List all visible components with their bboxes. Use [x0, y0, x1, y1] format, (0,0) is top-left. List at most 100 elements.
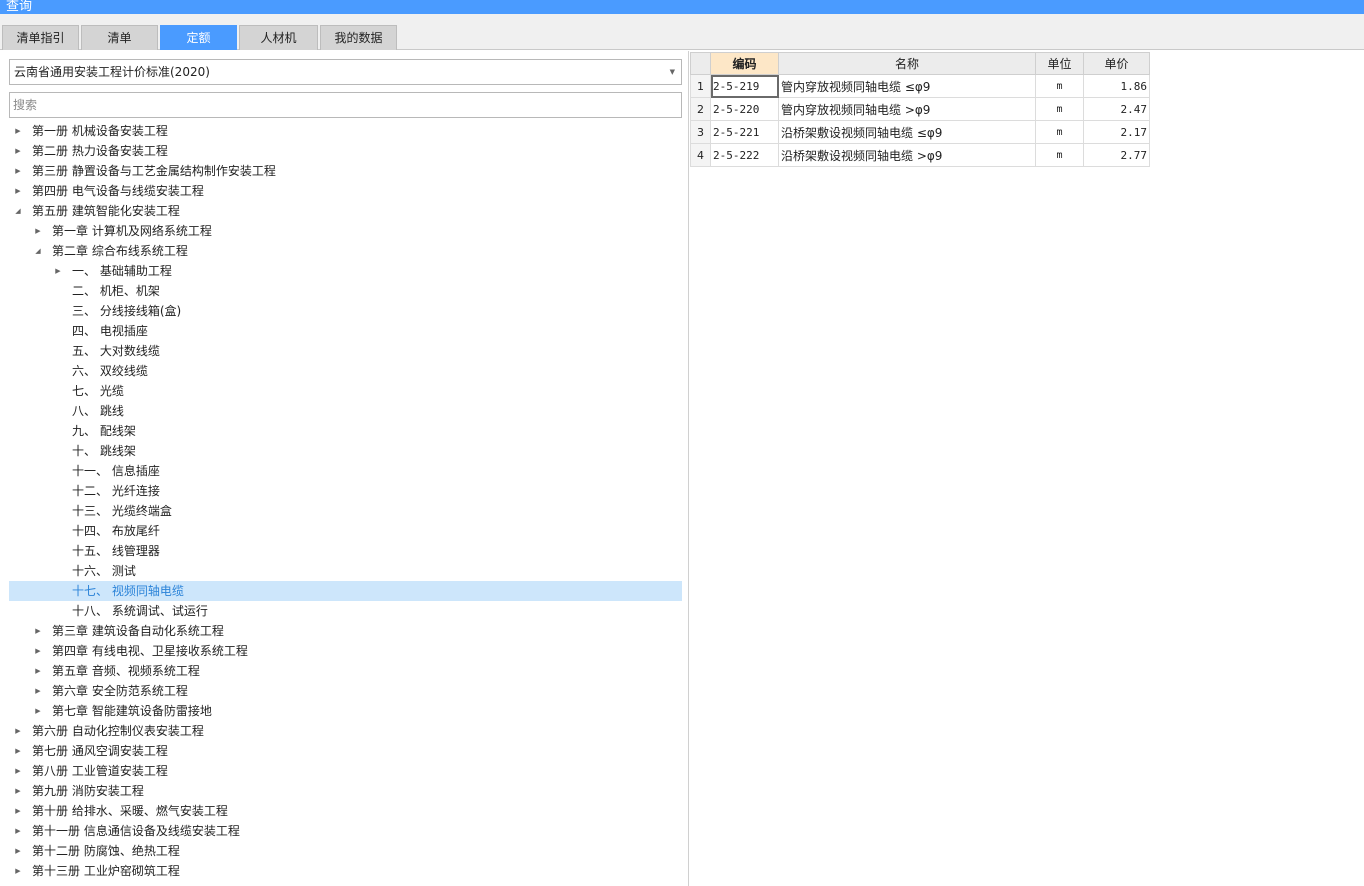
unit-cell[interactable]: m — [1035, 97, 1084, 121]
code-cell[interactable]: 2-5-222 — [710, 143, 779, 167]
unit-cell[interactable]: m — [1035, 143, 1084, 167]
tree-node[interactable]: 三、 分线接线箱(盒) — [9, 301, 682, 321]
tree-node[interactable]: 四、 电视插座 — [9, 321, 682, 341]
price-cell[interactable]: 2.17 — [1083, 120, 1150, 144]
collapsed-arrow-icon[interactable]: ▶ — [13, 141, 23, 161]
tree-node[interactable]: ◢ 第二章 综合布线系统工程 — [9, 241, 682, 261]
row-index[interactable]: 3 — [690, 120, 711, 144]
tree-node[interactable]: ▶ 第三章 建筑设备自动化系统工程 — [9, 621, 682, 641]
tree-node[interactable]: ▶ 第四章 有线电视、卫星接收系统工程 — [9, 641, 682, 661]
collapsed-arrow-icon[interactable]: ▶ — [13, 781, 23, 801]
table-row[interactable]: 1 2-5-219 管内穿放视频同轴电缆 ≤φ9 m 1.86 — [690, 74, 1150, 98]
collapsed-arrow-icon[interactable]: ▶ — [33, 701, 43, 721]
tree-node-label: 三、 分线接线箱(盒) — [72, 304, 182, 318]
tree-node[interactable]: ▶ 第十册 给排水、采暖、燃气安装工程 — [9, 801, 682, 821]
tree-node[interactable]: ▶ 第七册 通风空调安装工程 — [9, 741, 682, 761]
tree-node[interactable]: ▶ 第二册 热力设备安装工程 — [9, 141, 682, 161]
tab-quota[interactable]: 定额 — [160, 25, 237, 50]
collapsed-arrow-icon[interactable]: ▶ — [33, 661, 43, 681]
header-code[interactable]: 编码 — [710, 52, 779, 75]
tree-node[interactable]: 五、 大对数线缆 — [9, 341, 682, 361]
collapsed-arrow-icon[interactable]: ▶ — [13, 861, 23, 881]
tab-labor-material-machine[interactable]: 人材机 — [239, 25, 318, 50]
standard-select[interactable]: 云南省通用安装工程计价标准(2020) ▼ — [9, 59, 682, 85]
collapsed-arrow-icon[interactable]: ▶ — [13, 121, 23, 141]
price-cell[interactable]: 2.77 — [1083, 143, 1150, 167]
name-cell[interactable]: 沿桥架敷设视频同轴电缆 ≤φ9 — [778, 120, 1036, 144]
expanded-arrow-icon[interactable]: ◢ — [13, 201, 23, 221]
header-price[interactable]: 单价 — [1083, 52, 1150, 75]
tree-node[interactable]: ▶ 第十一册 信息通信设备及线缆安装工程 — [9, 821, 682, 841]
price-cell[interactable]: 2.47 — [1083, 97, 1150, 121]
collapsed-arrow-icon[interactable]: ▶ — [13, 161, 23, 181]
tree-node[interactable]: ▶ 第十三册 工业炉窑砌筑工程 — [9, 861, 682, 881]
price-cell[interactable]: 1.86 — [1083, 74, 1150, 98]
table-row[interactable]: 3 2-5-221 沿桥架敷设视频同轴电缆 ≤φ9 m 2.17 — [690, 120, 1150, 144]
tree-node[interactable]: ▶ 第一章 计算机及网络系统工程 — [9, 221, 682, 241]
tab-list[interactable]: 清单 — [81, 25, 158, 50]
tree-node[interactable]: 七、 光缆 — [9, 381, 682, 401]
code-cell[interactable]: 2-5-221 — [710, 120, 779, 144]
tree-node[interactable]: ▶ 第五章 音频、视频系统工程 — [9, 661, 682, 681]
tree-node[interactable]: ▶ 第六章 安全防范系统工程 — [9, 681, 682, 701]
tree-node[interactable]: ▶ 第八册 工业管道安装工程 — [9, 761, 682, 781]
tree-node-label: 一、 基础辅助工程 — [72, 264, 172, 278]
search-input[interactable] — [9, 92, 682, 118]
tree-node[interactable]: 十、 跳线架 — [9, 441, 682, 461]
tree-node[interactable]: ▶ 第一册 机械设备安装工程 — [9, 121, 682, 141]
name-cell[interactable]: 管内穿放视频同轴电缆 >φ9 — [778, 97, 1036, 121]
tree-node[interactable]: 九、 配线架 — [9, 421, 682, 441]
collapsed-arrow-icon[interactable]: ▶ — [13, 721, 23, 741]
tree-node[interactable]: ▶ 第三册 静置设备与工艺金属结构制作安装工程 — [9, 161, 682, 181]
tree-node-label: 六、 双绞线缆 — [72, 364, 148, 378]
collapsed-arrow-icon[interactable]: ▶ — [33, 221, 43, 241]
collapsed-arrow-icon[interactable]: ▶ — [33, 641, 43, 661]
unit-cell[interactable]: m — [1035, 120, 1084, 144]
tree-node[interactable]: 十二、 光纤连接 — [9, 481, 682, 501]
tree-node[interactable]: 十八、 系统调试、试运行 — [9, 601, 682, 621]
tab-my-data[interactable]: 我的数据 — [320, 25, 397, 50]
collapsed-arrow-icon[interactable]: ▶ — [13, 181, 23, 201]
collapsed-arrow-icon[interactable]: ▶ — [13, 841, 23, 861]
tree-node[interactable]: 十四、 布放尾纤 — [9, 521, 682, 541]
row-index[interactable]: 1 — [690, 74, 711, 98]
header-name[interactable]: 名称 — [778, 52, 1036, 75]
name-cell[interactable]: 沿桥架敷设视频同轴电缆 >φ9 — [778, 143, 1036, 167]
header-unit[interactable]: 单位 — [1035, 52, 1084, 75]
code-cell[interactable]: 2-5-220 — [710, 97, 779, 121]
table-row[interactable]: 2 2-5-220 管内穿放视频同轴电缆 >φ9 m 2.47 — [690, 97, 1150, 121]
tree-node[interactable]: ▶ 第十二册 防腐蚀、绝热工程 — [9, 841, 682, 861]
expanded-arrow-icon[interactable]: ◢ — [33, 241, 43, 261]
collapsed-arrow-icon[interactable]: ▶ — [13, 761, 23, 781]
tree-node[interactable]: ▶ 第九册 消防安装工程 — [9, 781, 682, 801]
collapsed-arrow-icon[interactable]: ▶ — [33, 681, 43, 701]
tree-node[interactable]: 十三、 光缆终端盒 — [9, 501, 682, 521]
tree-node[interactable]: 十六、 测试 — [9, 561, 682, 581]
tree-node-label: 第六册 自动化控制仪表安装工程 — [32, 724, 204, 738]
tree-node[interactable]: ▶ 第四册 电气设备与线缆安装工程 — [9, 181, 682, 201]
unit-cell[interactable]: m — [1035, 74, 1084, 98]
tree-node[interactable]: ▶ 一、 基础辅助工程 — [9, 261, 682, 281]
collapsed-arrow-icon[interactable]: ▶ — [13, 741, 23, 761]
tree-node-label: 第四册 电气设备与线缆安装工程 — [32, 184, 204, 198]
tab-list-guide[interactable]: 清单指引 — [2, 25, 79, 50]
tree-node[interactable]: 十一、 信息插座 — [9, 461, 682, 481]
collapsed-arrow-icon[interactable]: ▶ — [13, 801, 23, 821]
collapsed-arrow-icon[interactable]: ▶ — [13, 821, 23, 841]
table-row[interactable]: 4 2-5-222 沿桥架敷设视频同轴电缆 >φ9 m 2.77 — [690, 143, 1150, 167]
title-bar: 查询 — [0, 0, 1364, 14]
tree-node[interactable]: 十七、 视频同轴电缆 — [9, 581, 682, 601]
tree-node[interactable]: ▶ 第六册 自动化控制仪表安装工程 — [9, 721, 682, 741]
tree-node[interactable]: ▶ 第七章 智能建筑设备防雷接地 — [9, 701, 682, 721]
row-index[interactable]: 4 — [690, 143, 711, 167]
collapsed-arrow-icon[interactable]: ▶ — [33, 621, 43, 641]
name-cell[interactable]: 管内穿放视频同轴电缆 ≤φ9 — [778, 74, 1036, 98]
tree-node[interactable]: ◢ 第五册 建筑智能化安装工程 — [9, 201, 682, 221]
row-index[interactable]: 2 — [690, 97, 711, 121]
code-cell[interactable]: 2-5-219 — [710, 74, 779, 98]
tree-node[interactable]: 十五、 线管理器 — [9, 541, 682, 561]
tree-node[interactable]: 八、 跳线 — [9, 401, 682, 421]
tree-node[interactable]: 二、 机柜、机架 — [9, 281, 682, 301]
collapsed-arrow-icon[interactable]: ▶ — [53, 261, 63, 281]
tree-node[interactable]: 六、 双绞线缆 — [9, 361, 682, 381]
